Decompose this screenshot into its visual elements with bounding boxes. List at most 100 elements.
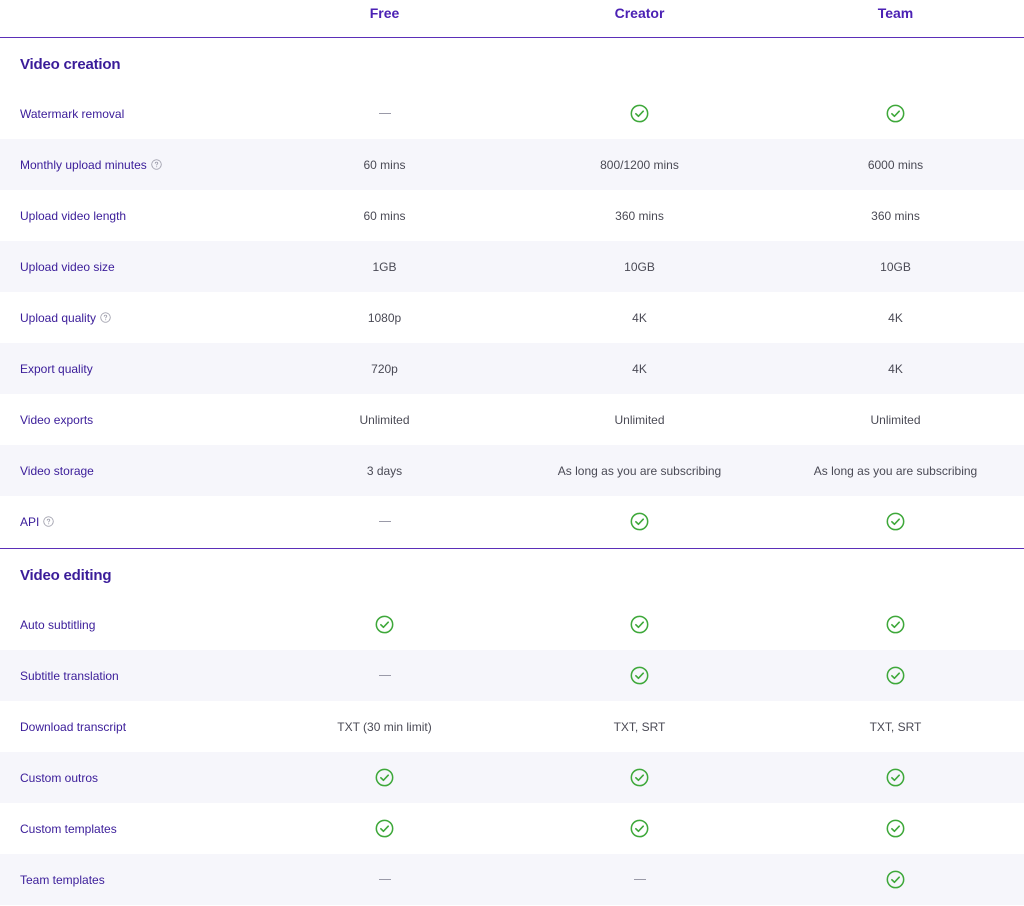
feature-name: Team templates — [20, 854, 105, 905]
cell-value: 10GB — [880, 259, 911, 274]
cell-value: Unlimited — [359, 412, 410, 427]
cell-creator — [512, 650, 767, 701]
cell-free: 60 mins — [257, 190, 512, 241]
feature-name: Custom templates — [20, 803, 117, 854]
feature-label: Auto subtitling — [20, 617, 96, 632]
feature-name: Upload video length — [20, 190, 126, 241]
cell-team — [768, 650, 1023, 701]
feature-name: Auto subtitling — [20, 599, 95, 650]
check-icon — [886, 104, 905, 123]
cell-value: 800/1200 mins — [600, 157, 679, 172]
cell-value: TXT, SRT — [869, 719, 922, 734]
cell-value: 360 mins — [615, 208, 664, 223]
feature-label: Upload video size — [20, 259, 115, 274]
cell-value: Unlimited — [870, 412, 921, 427]
table-row-team-templates: Team templates — [0, 854, 1024, 905]
cell-free — [257, 88, 512, 139]
cell-free: 1080p — [257, 292, 512, 343]
feature-name: Download transcript — [20, 701, 126, 752]
table-row-export-quality: Export quality 720p 4K 4K — [0, 343, 1024, 394]
cell-team: 10GB — [768, 241, 1023, 292]
cell-creator — [512, 752, 767, 803]
section-title-video-editing: Video editing — [20, 567, 112, 584]
feature-label: Subtitle translation — [20, 668, 119, 683]
cell-value: 4K — [632, 361, 647, 376]
feature-name: Watermark removal — [20, 88, 124, 139]
check-icon — [886, 666, 905, 685]
check-icon — [886, 512, 905, 531]
cell-team — [768, 88, 1023, 139]
plan-header: Free Creator Team — [0, 0, 1024, 38]
cell-value: 1080p — [367, 310, 402, 325]
cell-free — [257, 650, 512, 701]
cell-creator: 800/1200 mins — [512, 139, 767, 190]
cell-free: 3 days — [257, 445, 512, 496]
cell-creator — [512, 496, 767, 547]
cell-creator: 4K — [512, 343, 767, 394]
plan-name-team: Team — [877, 5, 914, 21]
cell-value: TXT (30 min limit) — [337, 719, 432, 734]
feature-label: Watermark removal — [20, 106, 125, 121]
cell-free — [257, 599, 512, 650]
feature-label: Monthly upload minutes — [20, 157, 147, 172]
cell-free: TXT (30 min limit) — [257, 701, 512, 752]
check-icon — [375, 615, 394, 634]
cell-value: 4K — [888, 310, 903, 325]
dash-icon — [378, 879, 391, 880]
cell-creator: 10GB — [512, 241, 767, 292]
check-icon — [375, 819, 394, 838]
cell-team — [768, 752, 1023, 803]
feature-name: Video exports — [20, 394, 93, 445]
table-row-custom-templates: Custom templates — [0, 803, 1024, 854]
table-row-custom-outros: Custom outros — [0, 752, 1024, 803]
cell-value: 1GB — [372, 259, 397, 274]
cell-value: 3 days — [366, 463, 403, 478]
table-row-upload-quality: Upload quality 1080p 4K 4K — [0, 292, 1024, 343]
cell-value: 6000 mins — [867, 157, 924, 172]
help-circle-icon[interactable] — [100, 312, 111, 323]
cell-value: 4K — [888, 361, 903, 376]
feature-name: Export quality — [20, 343, 93, 394]
cell-value: TXT, SRT — [613, 719, 666, 734]
dash-icon — [378, 675, 391, 676]
cell-team: TXT, SRT — [768, 701, 1023, 752]
cell-value: As long as you are subscribing — [557, 463, 722, 478]
check-icon — [886, 615, 905, 634]
check-icon — [630, 768, 649, 787]
cell-team — [768, 599, 1023, 650]
table-row-api: API — [0, 496, 1024, 547]
cell-free — [257, 803, 512, 854]
feature-name: Upload video size — [20, 241, 115, 292]
feature-name: Custom outros — [20, 752, 98, 803]
cell-value: 360 mins — [871, 208, 920, 223]
cell-value: As long as you are subscribing — [813, 463, 978, 478]
check-icon — [886, 819, 905, 838]
table-row-upload-video-length: Upload video length 60 mins 360 mins 360 mi… — [0, 190, 1024, 241]
table-row-video-exports: Video exports Unlimited Unlimited Unlimited — [0, 394, 1024, 445]
plan-name-creator: Creator — [614, 5, 665, 21]
feature-name: Video storage — [20, 445, 94, 496]
cell-free: Unlimited — [257, 394, 512, 445]
cell-creator: 4K — [512, 292, 767, 343]
plan-name-free: Free — [369, 5, 400, 21]
cell-creator — [512, 599, 767, 650]
help-circle-icon[interactable] — [151, 159, 162, 170]
section-divider — [0, 548, 1024, 549]
table-row-watermark-removal: Watermark removal — [0, 88, 1024, 139]
cell-creator — [512, 803, 767, 854]
cell-free: 60 mins — [257, 139, 512, 190]
feature-name: Subtitle translation — [20, 650, 119, 701]
cell-value: 60 mins — [363, 208, 406, 223]
cell-value: 10GB — [624, 259, 655, 274]
cell-creator: As long as you are subscribing — [512, 445, 767, 496]
feature-name: API — [20, 496, 55, 547]
cell-free — [257, 496, 512, 547]
cell-value: Unlimited — [614, 412, 665, 427]
cell-team: 4K — [768, 292, 1023, 343]
cell-team — [768, 854, 1023, 905]
feature-label: Upload quality — [20, 310, 97, 325]
cell-team: Unlimited — [768, 394, 1023, 445]
help-circle-icon[interactable] — [43, 516, 55, 527]
cell-free — [257, 854, 512, 905]
dash-icon — [378, 521, 391, 522]
